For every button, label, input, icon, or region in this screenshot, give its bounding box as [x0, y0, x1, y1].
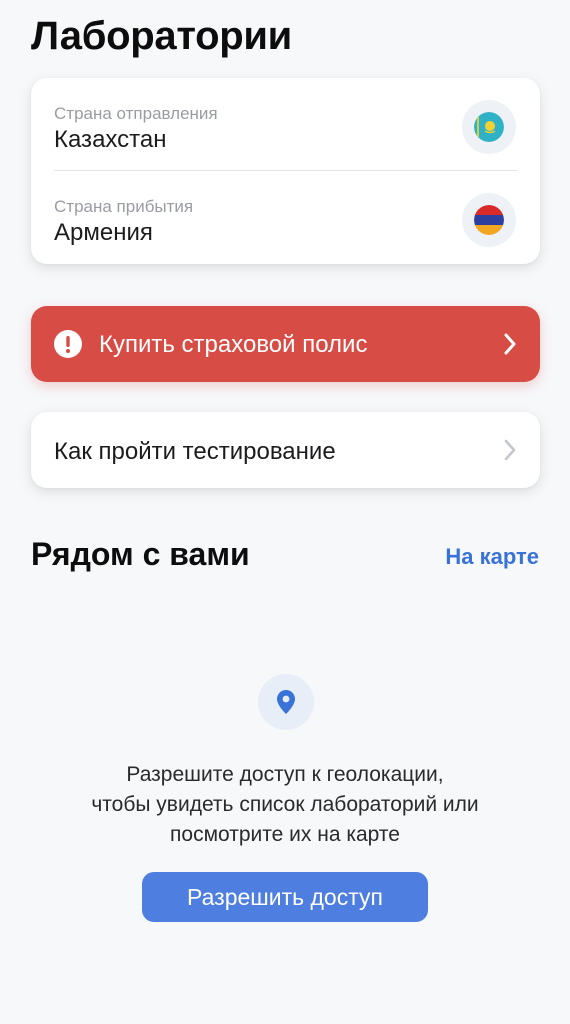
- chevron-right-icon: [504, 439, 516, 461]
- allow-access-button[interactable]: Разрешить доступ: [142, 872, 428, 922]
- departure-country: Казахстан: [54, 126, 167, 153]
- nearby-section-title: Рядом с вами: [31, 536, 250, 572]
- armenia-flag-graphic: [474, 205, 504, 235]
- kazakhstan-flag-icon: [462, 100, 516, 154]
- location-pin-graphic: [277, 690, 295, 714]
- kazakhstan-flag-graphic: [474, 112, 504, 142]
- geolocation-message-line: посмотрите их на карте: [170, 823, 400, 846]
- route-card: Страна отправления Казахстан Страна приб…: [31, 78, 540, 264]
- alert-icon: [54, 330, 82, 358]
- departure-country-row[interactable]: Страна отправления Казахстан: [31, 78, 540, 171]
- departure-caption: Страна отправления: [54, 104, 218, 123]
- arrival-country-row[interactable]: Страна прибытия Армения: [31, 171, 540, 264]
- geolocation-message-line: чтобы увидеть список лабораторий или: [91, 793, 479, 816]
- geolocation-message: Разрешите доступ к геолокации, чтобы уви…: [40, 760, 530, 850]
- location-pin-icon: [258, 674, 314, 730]
- arrival-country: Армения: [54, 219, 153, 246]
- labs-screen: Лаборатории Страна отправления Казахстан: [0, 0, 570, 1024]
- how-to-test-button[interactable]: Как пройти тестирование: [31, 412, 540, 488]
- geolocation-message-line: Разрешите доступ к геолокации,: [126, 763, 444, 786]
- testing-label: Как пройти тестирование: [54, 438, 336, 465]
- buy-insurance-button[interactable]: Купить страховой полис: [31, 306, 540, 382]
- page-title: Лаборатории: [31, 14, 292, 58]
- chevron-right-icon: [504, 333, 516, 355]
- arrival-caption: Страна прибытия: [54, 197, 194, 216]
- on-map-link[interactable]: На карте: [445, 544, 539, 570]
- insurance-label: Купить страховой полис: [99, 331, 368, 358]
- armenia-flag-icon: [462, 193, 516, 247]
